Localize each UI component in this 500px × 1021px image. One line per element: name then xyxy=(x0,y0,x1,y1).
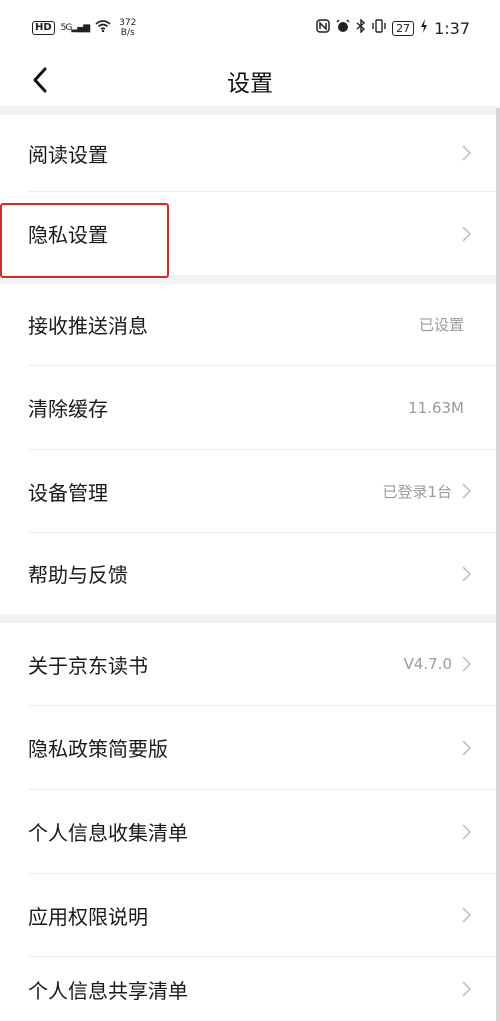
row-label: 应用权限说明 xyxy=(28,904,148,929)
signal-strength-icon: 5G▂▄▆ xyxy=(60,23,90,33)
row-label: 设备管理 xyxy=(28,480,108,505)
nfc-icon xyxy=(316,19,330,37)
section-gap xyxy=(0,614,500,623)
row-label: 接收推送消息 xyxy=(28,314,148,338)
settings-row-reading[interactable]: 阅读设置 xyxy=(0,115,500,191)
settings-row-about[interactable]: 关于京东读书 V4.7.0 xyxy=(0,623,500,705)
settings-row-privacy[interactable]: 隐私设置 xyxy=(0,192,500,275)
section-gap xyxy=(0,106,500,115)
clock-time: 1:37 xyxy=(434,18,470,38)
row-label: 帮助与反馈 xyxy=(28,563,128,587)
alarm-icon xyxy=(336,19,350,37)
settings-row-cache[interactable]: 清除缓存 11.63M xyxy=(0,366,500,449)
chevron-right-icon xyxy=(460,655,472,673)
network-speed-unit: B/s xyxy=(120,28,135,38)
row-label: 阅读设置 xyxy=(28,142,108,167)
wifi-icon xyxy=(95,20,111,36)
bluetooth-icon xyxy=(356,18,366,37)
scrollbar[interactable] xyxy=(496,108,500,1021)
chevron-right-icon xyxy=(460,823,472,841)
chevron-right-icon xyxy=(460,739,472,757)
row-label: 隐私政策简要版 xyxy=(28,737,168,761)
row-label: 清除缓存 xyxy=(28,397,108,421)
chevron-right-icon xyxy=(460,225,472,243)
settings-row-feedback[interactable]: 帮助与反馈 xyxy=(0,533,500,614)
nav-header: 设置 xyxy=(0,56,500,106)
signal-label: 5G xyxy=(60,23,73,33)
settings-row-permissions[interactable]: 应用权限说明 xyxy=(0,874,500,956)
settings-row-push[interactable]: 接收推送消息 已设置 xyxy=(0,284,500,365)
settings-row-privacy-policy[interactable]: 隐私政策简要版 xyxy=(0,706,500,789)
battery-icon: 27 xyxy=(392,20,415,36)
hd-badge: HD xyxy=(32,21,55,35)
chevron-right-icon xyxy=(460,482,472,500)
row-label: 隐私设置 xyxy=(28,223,108,247)
section-gap xyxy=(0,275,500,284)
status-left: HD 5G▂▄▆ 372 B/s xyxy=(32,18,136,38)
settings-row-info-sharing[interactable]: 个人信息共享清单 xyxy=(0,957,500,1021)
chevron-left-icon xyxy=(33,67,47,93)
settings-row-devices[interactable]: 设备管理 已登录1台 xyxy=(0,450,500,532)
row-value: 已设置 xyxy=(418,316,464,334)
network-speed-value: 372 xyxy=(119,18,137,28)
row-value: V4.7.0 xyxy=(403,655,452,673)
row-value: 11.63M xyxy=(408,398,464,417)
back-button[interactable] xyxy=(22,62,58,98)
chevron-right-icon xyxy=(460,565,472,583)
row-label: 个人信息共享清单 xyxy=(28,978,188,1003)
charging-icon xyxy=(420,19,428,37)
chevron-right-icon xyxy=(460,906,472,924)
status-bar: HD 5G▂▄▆ 372 B/s 27 1:37 xyxy=(0,0,500,56)
network-speed: 372 B/s xyxy=(119,18,136,38)
row-value: 已登录1台 xyxy=(382,482,452,501)
row-label: 个人信息收集清单 xyxy=(28,821,188,845)
chevron-right-icon xyxy=(460,980,472,998)
row-label: 关于京东读书 xyxy=(28,653,148,678)
status-right: 27 1:37 xyxy=(316,18,470,38)
vibrate-icon xyxy=(372,19,386,37)
page-title: 设置 xyxy=(227,71,273,97)
settings-row-info-collection[interactable]: 个人信息收集清单 xyxy=(0,790,500,873)
chevron-right-icon xyxy=(460,144,472,162)
